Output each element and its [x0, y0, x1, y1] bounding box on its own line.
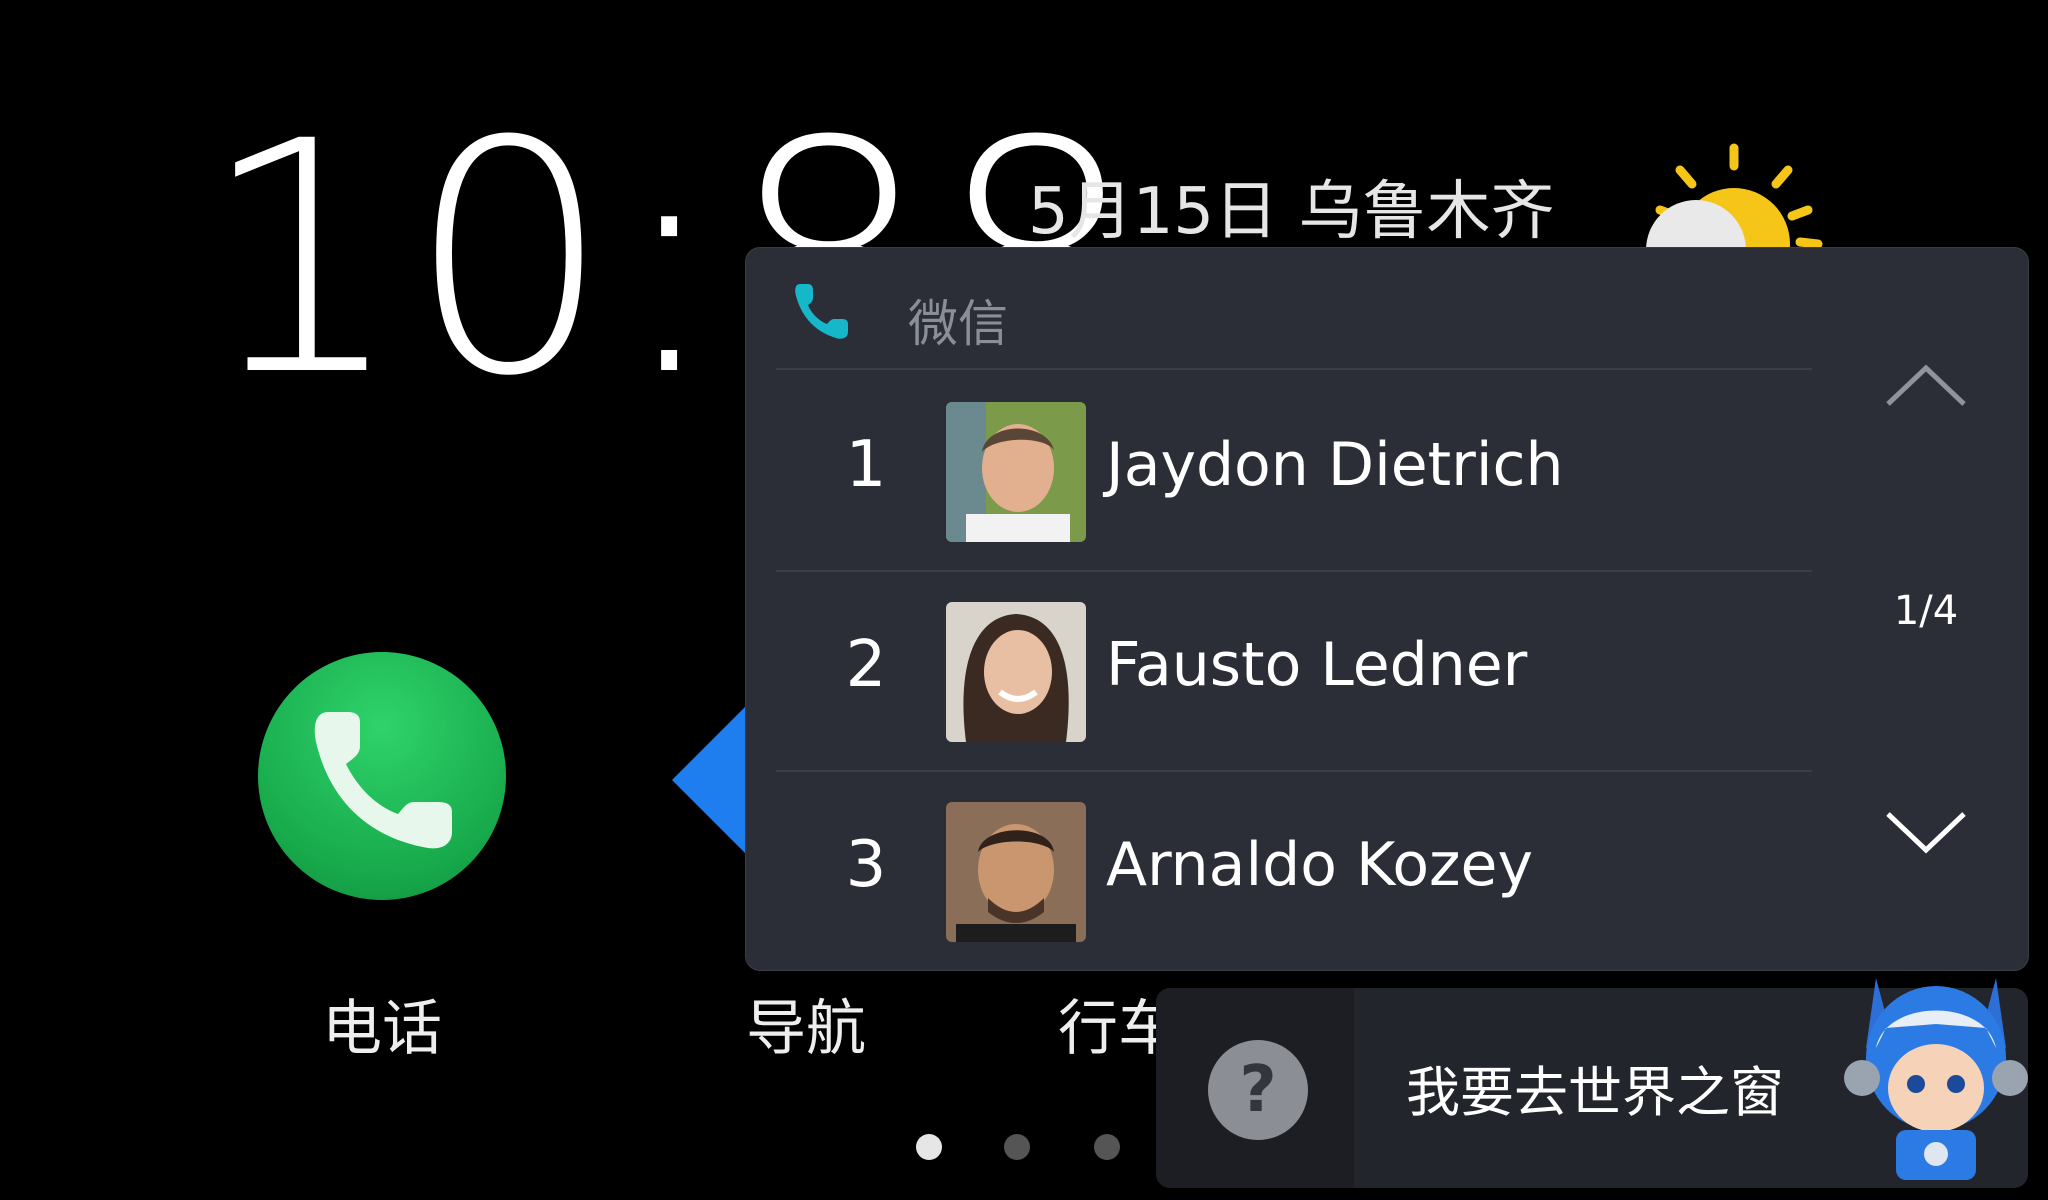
help-icon[interactable]: ?: [1208, 1040, 1308, 1140]
contact-index: 1: [845, 428, 887, 502]
contact-row[interactable]: 2 Fausto Ledner: [746, 570, 1846, 770]
contact-row[interactable]: 3 Arnaldo Kozey: [746, 770, 1846, 970]
voice-assistant-bar: ? 我要去世界之窗: [1156, 978, 2028, 1188]
date-location: 5月15日 乌鲁木齐: [1028, 175, 1555, 249]
phone-app-icon[interactable]: [258, 652, 506, 900]
contact-index: 2: [845, 628, 887, 702]
contact-name: Arnaldo Kozey: [1106, 830, 1533, 900]
navigation-app-label[interactable]: 导航: [676, 980, 936, 1067]
robot-assistant-icon[interactable]: [1836, 968, 2036, 1188]
page-dot-2[interactable]: [1004, 1134, 1030, 1160]
avatar: [946, 602, 1086, 742]
page-dot-3[interactable]: [1094, 1134, 1120, 1160]
chevron-down-icon[interactable]: [1882, 808, 1970, 858]
phone-app-label[interactable]: 电话: [252, 980, 512, 1067]
help-area: ?: [1156, 988, 1354, 1188]
popup-title: 微信: [908, 295, 1008, 353]
avatar: [946, 402, 1086, 542]
contact-index: 3: [845, 828, 887, 902]
phone-icon: [790, 278, 854, 342]
page-dot-1[interactable]: [916, 1134, 942, 1160]
avatar: [946, 802, 1086, 942]
contact-name: Fausto Ledner: [1106, 630, 1528, 700]
contact-name: Jaydon Dietrich: [1106, 430, 1564, 500]
page-indicator: 1/4: [1893, 588, 1959, 634]
chevron-up-icon[interactable]: [1882, 360, 1970, 410]
contact-row[interactable]: 1 Jaydon Dietrich: [746, 370, 1846, 570]
popup-header: 微信: [746, 248, 2028, 368]
sun-cloud-icon[interactable]: [1640, 140, 1840, 250]
voice-utterance: 我要去世界之窗: [1406, 1061, 1784, 1124]
contact-popup: 微信 1 Jaydon Dietrich 2 Fausto Ledner 3 A…: [746, 248, 2028, 970]
